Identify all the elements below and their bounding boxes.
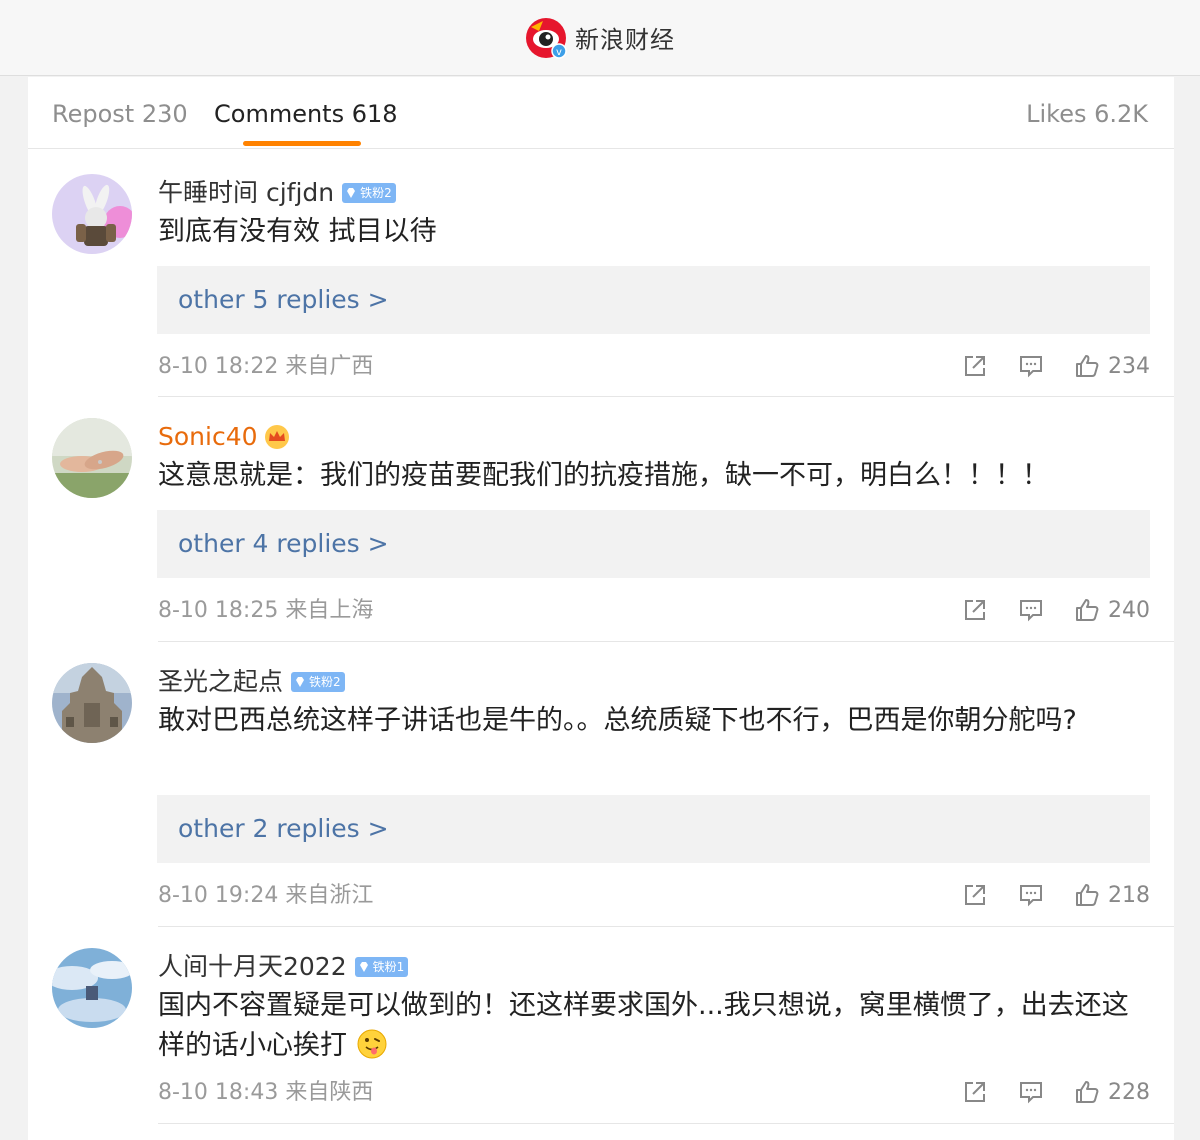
divider <box>158 1123 1174 1124</box>
like-button[interactable]: 218 <box>1074 882 1150 908</box>
comment-actions: 218 <box>962 879 1150 911</box>
username-text[interactable]: 圣光之起点 <box>158 666 283 698</box>
more-replies-link[interactable]: other 4 replies > <box>157 510 1150 578</box>
username[interactable]: 人间十月天2022 铁粉1 <box>158 951 409 983</box>
username[interactable]: 午睡时间 cjfjdn 铁粉2 <box>158 177 396 209</box>
username-text[interactable]: 人间十月天2022 <box>158 951 347 983</box>
fan-badge: 铁粉2 <box>342 183 396 203</box>
divider <box>158 396 1174 397</box>
top-bar: v 新浪财经 <box>0 0 1200 76</box>
like-count: 234 <box>1108 353 1150 379</box>
username[interactable]: 圣光之起点 铁粉2 <box>158 666 345 698</box>
fan-badge-label: 铁粉2 <box>309 675 341 689</box>
comment-actions: 234 <box>962 350 1150 382</box>
account-title[interactable]: 新浪财经 <box>575 20 675 55</box>
like-count: 228 <box>1108 1079 1150 1105</box>
username-text[interactable]: 午睡时间 cjfjdn <box>158 177 334 209</box>
comment-meta: 8-10 18:22 来自广西 <box>158 354 374 379</box>
thumbs-up-icon <box>1076 1081 1099 1103</box>
tab-bar: Repost 230 Comments 618 Likes 6.2K <box>28 77 1174 149</box>
fan-badge-label: 铁粉1 <box>372 960 405 974</box>
comment-icon[interactable] <box>1018 1079 1044 1105</box>
diamond-icon <box>347 188 356 198</box>
comment-text: 这意思就是：我们的疫苗要配我们的抗疫措施，缺一不可，明白么！！！！ <box>158 460 1049 491</box>
comment-text: 到底有没有效 拭目以待 <box>158 216 437 247</box>
avatar[interactable] <box>52 948 132 1028</box>
thumbs-up-icon <box>1076 599 1099 621</box>
share-icon[interactable] <box>962 597 988 623</box>
comment-actions: 240 <box>962 594 1150 626</box>
comment-icon[interactable] <box>1018 597 1044 623</box>
comments-panel: Repost 230 Comments 618 Likes 6.2K 午睡时间 … <box>28 77 1174 1140</box>
comment-actions: 228 <box>962 1076 1150 1108</box>
svg-text:v: v <box>556 47 562 58</box>
thumbs-up-icon <box>1076 355 1099 377</box>
tab-repost[interactable]: Repost 230 <box>52 99 188 129</box>
vip-crown-icon <box>264 425 289 449</box>
like-button[interactable]: 228 <box>1074 1079 1150 1105</box>
more-replies-link[interactable]: other 5 replies > <box>157 266 1150 334</box>
avatar[interactable] <box>52 174 132 254</box>
share-icon[interactable] <box>962 882 988 908</box>
divider <box>158 926 1174 927</box>
sina-logo-icon[interactable]: v <box>525 17 567 59</box>
comment-meta: 8-10 18:43 来自陕西 <box>158 1080 374 1105</box>
comment-icon[interactable] <box>1018 882 1044 908</box>
avatar[interactable] <box>52 663 132 743</box>
diamond-icon <box>359 962 368 972</box>
fan-badge: 铁粉2 <box>291 672 345 692</box>
fan-badge-label: 铁粉2 <box>360 186 392 200</box>
tab-comments[interactable]: Comments 618 <box>214 99 398 129</box>
share-icon[interactable] <box>962 353 988 379</box>
comment-meta: 8-10 19:24 来自浙江 <box>158 883 374 908</box>
more-replies-link[interactable]: other 2 replies > <box>157 795 1150 863</box>
like-button[interactable]: 234 <box>1074 353 1150 379</box>
divider <box>158 641 1174 642</box>
username[interactable]: Sonic40 <box>158 421 292 453</box>
avatar[interactable] <box>52 418 132 498</box>
tab-likes[interactable]: Likes 6.2K <box>1026 99 1148 129</box>
tongue-out-emoji-icon <box>357 1029 387 1059</box>
like-button[interactable]: 240 <box>1074 597 1150 623</box>
like-count: 218 <box>1108 882 1150 908</box>
fan-badge: 铁粉1 <box>354 957 409 977</box>
comment-text: 国内不容置疑是可以做到的！还这样要求国外...我只想说，窝里横惯了，出去还这样的… <box>158 986 1148 1066</box>
comment-icon[interactable] <box>1018 353 1044 379</box>
like-count: 240 <box>1108 597 1150 623</box>
share-icon[interactable] <box>962 1079 988 1105</box>
comment-text-body: 国内不容置疑是可以做到的！还这样要求国外...我只想说，窝里横惯了，出去还这样的… <box>158 990 1129 1061</box>
active-tab-indicator <box>243 141 361 146</box>
comment-text: 敢对巴西总统这样子讲话也是牛的。。总统质疑下也不行，巴西是你朝分舵吗? <box>158 705 1077 736</box>
diamond-icon <box>296 677 305 687</box>
thumbs-up-icon <box>1076 884 1099 906</box>
username-text[interactable]: Sonic40 <box>158 421 258 453</box>
comment-meta: 8-10 18:25 来自上海 <box>158 598 374 623</box>
